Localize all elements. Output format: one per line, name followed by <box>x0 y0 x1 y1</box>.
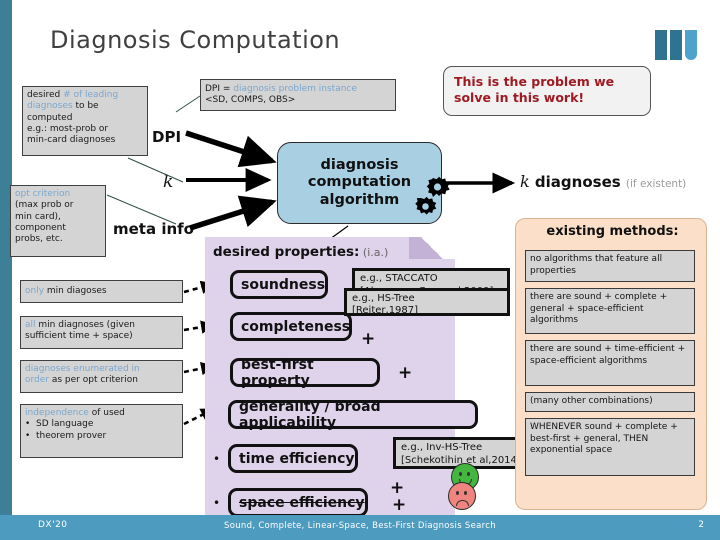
note-l5: probs, etc. <box>15 234 63 244</box>
exp1-hl: only <box>25 286 45 296</box>
dpi-highlight: diagnosis problem instance <box>233 84 357 94</box>
output-k: k <box>520 172 530 191</box>
page-title: Diagnosis Computation <box>50 26 341 54</box>
explanation-box-4: independence of used • SD language • the… <box>20 404 183 458</box>
mouth-frown <box>456 500 469 506</box>
footer-page-number: 2 <box>698 520 704 530</box>
property-label: generality / broad applicability <box>239 398 381 431</box>
slide-footer: DX'20 Sound, Complete, Linear-Space, Bes… <box>0 515 720 540</box>
algo-line2: computation <box>307 174 412 191</box>
explanation-box-2: all min diagnoses (given sufficient time… <box>20 316 183 349</box>
explanation-box-3: diagnoses enumerated in order as per opt… <box>20 360 183 393</box>
note-text5: min-card diagnoses <box>27 135 116 145</box>
input-label-k: k <box>163 172 174 192</box>
footer-title: Sound, Complete, Linear-Space, Best-Firs… <box>224 521 496 531</box>
exp4-rest: of used <box>88 408 125 418</box>
property-best-first[interactable]: best-first property <box>230 356 380 389</box>
exp4-hl: independence <box>25 408 89 418</box>
plus-sign-4: + <box>392 495 407 515</box>
input-label-dpi: DPI <box>152 128 182 146</box>
exp3-rest: as per opt criterion <box>49 375 138 386</box>
property-soundness[interactable]: soundness <box>230 270 328 299</box>
existing-method-box-5: WHENEVER sound + complete + best-first +… <box>525 418 695 476</box>
bullet-space-efficiency: • <box>213 496 221 510</box>
callout-line1: This is the problem we <box>454 74 615 89</box>
university-logo <box>655 30 703 60</box>
eye-right <box>464 491 467 495</box>
panel-fold-corner <box>409 237 455 259</box>
gears-icon <box>415 176 450 215</box>
dpi-prefix: DPI = <box>205 84 234 94</box>
property-generality[interactable]: generality / broad applicability <box>228 398 478 431</box>
property-label: completeness <box>241 318 351 335</box>
tag-line1: e.g., HS-Tree <box>352 293 415 304</box>
note-l4: component <box>15 222 66 233</box>
note-k-description: desired # of leading diagnoses to be com… <box>22 86 148 156</box>
property-completeness[interactable]: completeness <box>230 312 352 341</box>
bullet-time-efficiency: • <box>213 452 221 466</box>
note-text: desired <box>27 90 64 100</box>
logo-bar-2 <box>670 30 682 60</box>
property-space-efficiency[interactable]: space efficiency <box>228 488 368 517</box>
exp1-rest: min diagoses <box>44 286 107 296</box>
desired-properties-title: desired properties: (i.a.) <box>213 244 388 260</box>
props-title-text: desired properties: <box>213 244 360 260</box>
exp4-b1: SD language <box>36 419 94 430</box>
existing-method-box-4: (many other combinations) <box>525 392 695 412</box>
eye-left <box>459 472 462 476</box>
eye-right <box>467 472 470 476</box>
eye-left <box>456 491 459 495</box>
exp4-bullet2-marker: • <box>25 430 37 441</box>
callout-problem-statement: This is the problem we solve in this wor… <box>443 66 651 116</box>
property-label: time efficiency <box>239 450 355 467</box>
note-text2: to be <box>72 101 99 112</box>
note-text4: e.g.: most-prob or <box>27 123 109 134</box>
note-text-hl: # of leading <box>63 90 119 100</box>
logo-bar-3 <box>685 30 697 60</box>
note-l2: (max prob or <box>15 200 74 211</box>
output-word: diagnoses <box>529 173 626 191</box>
property-time-efficiency[interactable]: time efficiency <box>228 444 358 473</box>
exp4-b2: theorem prover <box>36 430 107 441</box>
exp3-hl2: order <box>25 375 49 386</box>
existing-method-box-2: there are sound + complete + general + s… <box>525 288 695 334</box>
left-accent-rail <box>0 0 12 515</box>
slide-canvas: Diagnosis Computation desired # of leadi… <box>0 0 720 540</box>
exp4-bullet1-marker: • <box>25 419 37 430</box>
property-label: soundness <box>241 276 326 293</box>
output-k-diagnoses: k diagnoses (if existent) <box>520 172 686 191</box>
tag-line1: e.g., Inv-HS-Tree <box>401 442 483 453</box>
dpi-tuple: <SD, COMPS, OBS> <box>205 95 296 106</box>
note-text-hl2: diagnoses <box>27 101 73 112</box>
props-title-suffix: (i.a.) <box>359 246 389 259</box>
exp2-hl: all <box>25 320 36 330</box>
note-opt-criterion: opt criterion (max prob or min card), co… <box>10 185 106 257</box>
plus-sign-2: + <box>398 363 413 383</box>
sad-face-icon <box>448 482 476 510</box>
callout-line2: solve in this work! <box>454 89 585 105</box>
algo-line1: diagnosis <box>320 157 399 174</box>
note-hl: opt criterion <box>15 189 71 199</box>
exp2-l2: sufficient time + space) <box>25 331 133 342</box>
existing-methods-title: existing methods: <box>546 224 679 239</box>
property-label: space efficiency <box>239 494 365 511</box>
existing-method-box-3: there are sound + time-efficient + space… <box>525 340 695 386</box>
input-label-meta-info: meta info <box>113 220 194 238</box>
property-label: best-first property <box>241 356 314 389</box>
note-l3: min card), <box>15 211 61 222</box>
existing-method-box-1: no algorithms that feature all propertie… <box>525 250 695 282</box>
explanation-box-1: only min diagoses <box>20 280 183 303</box>
note-dpi-definition: DPI = diagnosis problem instance <SD, CO… <box>200 79 396 111</box>
exp2-rest: min diagnoses (given <box>35 320 135 330</box>
plus-sign-1: + <box>361 329 376 349</box>
output-qualifier: (if existent) <box>625 178 687 190</box>
tag-hs-tree-citation: [Reiter,1987] <box>352 305 419 316</box>
tag-line1: e.g., STACCATO <box>360 273 438 284</box>
note-text3: computed <box>27 112 73 123</box>
algo-line3: algorithm <box>319 191 400 208</box>
exp3-hl: diagnoses enumerated in <box>25 364 140 374</box>
logo-bar-1 <box>655 30 667 60</box>
